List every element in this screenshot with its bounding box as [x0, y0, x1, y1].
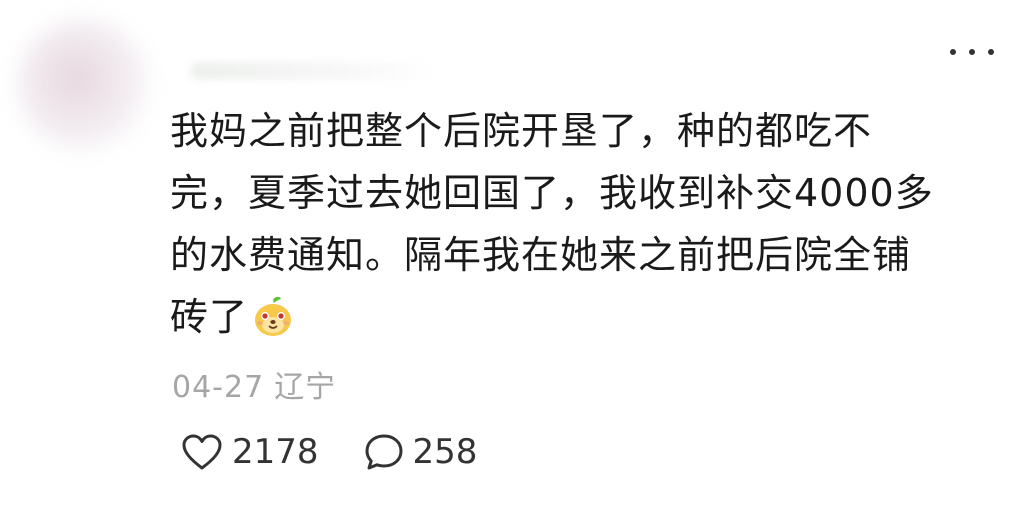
comment-region: 辽宁: [274, 370, 337, 405]
comment-card: 我妈之前把整个后院开垦了，种的都吃不 完，夏季过去她回国了，我收到补交4000多…: [0, 0, 1024, 507]
comment-line-text: 砖了: [170, 295, 249, 339]
comment-count: 258: [412, 432, 478, 472]
comment-line-last: 砖了: [170, 286, 985, 356]
more-dots-icon[interactable]: [950, 40, 994, 64]
comment-body: 我妈之前把整个后院开垦了，种的都吃不 完，夏季过去她回国了，我收到补交4000多…: [170, 100, 985, 356]
dot: [950, 49, 956, 55]
like-count: 2178: [232, 432, 319, 472]
avatar[interactable]: [18, 20, 148, 150]
dot: [988, 49, 994, 55]
speech-bubble-icon: [365, 434, 403, 470]
action-bar: 2178 258: [180, 432, 477, 472]
comment-meta: 04-27 辽宁: [172, 362, 336, 406]
dot: [969, 49, 975, 55]
comment-line: 完，夏季过去她回国了，我收到补交4000多: [170, 171, 934, 215]
username-blurred[interactable]: [190, 62, 440, 80]
comment-button[interactable]: 258: [363, 432, 478, 472]
like-button[interactable]: 2178: [180, 432, 319, 472]
heart-outline-icon: [182, 434, 222, 470]
comment-line: 的水费通知。隔年我在她来之前把后院全铺: [170, 233, 912, 277]
comment-line: 我妈之前把整个后院开垦了，种的都吃不: [170, 109, 873, 153]
comment-date: 04-27: [172, 370, 265, 405]
yellow-smiling-emoji-icon: [252, 294, 294, 356]
